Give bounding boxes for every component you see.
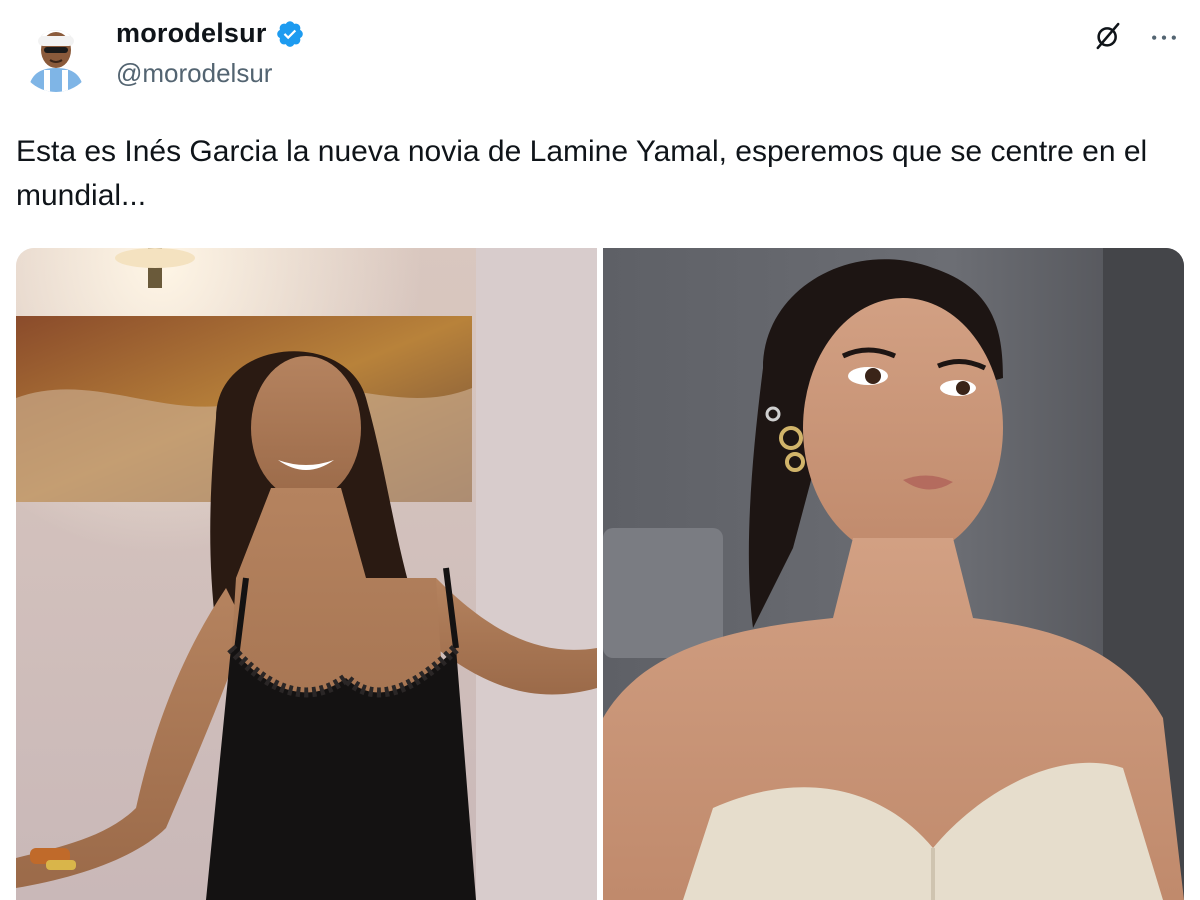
author-name-row: morodelsur [116,18,305,49]
more-options-button[interactable] [1142,16,1186,56]
grok-icon[interactable] [1088,16,1128,56]
tweet-text: Esta es Inés Garcia la nueva novia de La… [16,135,1148,212]
avatar[interactable] [18,16,94,92]
verified-badge-icon [275,19,305,49]
photo-2[interactable] [603,248,1184,900]
author-display-name[interactable]: morodelsur [116,18,267,49]
photo-1[interactable] [16,248,597,900]
more-icon [1152,35,1176,40]
author-handle[interactable]: @morodelsur [116,58,272,89]
media-gallery [16,248,1184,900]
tweet-header: morodelsur @morodelsur [0,0,1200,110]
